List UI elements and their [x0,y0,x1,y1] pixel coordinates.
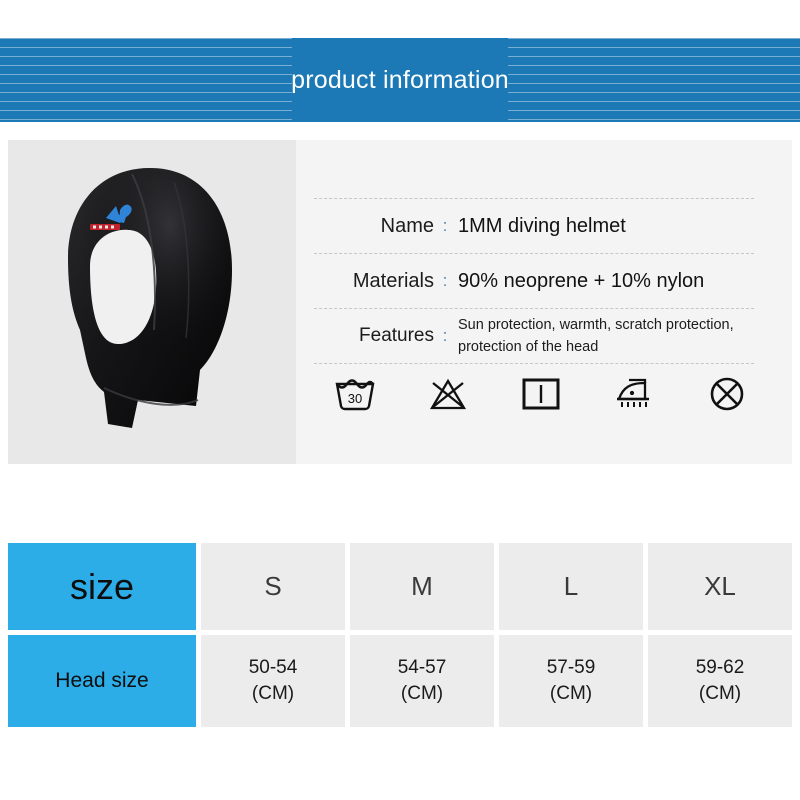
line-dry-icon [512,372,570,416]
product-info-block: Name : 1MM diving helmet Materials : 90%… [8,140,792,464]
spec-row-features: Features : Sun protection, warmth, scrat… [314,308,754,364]
head-unit-s: (CM) [251,683,295,704]
spec-value-materials: 90% neoprene + 10% nylon [458,269,705,292]
product-photo-pane [8,140,296,464]
spec-row-name: Name : 1MM diving helmet [314,198,754,253]
cell-head-size-s: 50-54 (CM) [201,635,345,727]
table-row-head-size: Head size 50-54 (CM) 54-57 (CM) 57-59 (C… [8,635,792,727]
cell-size-l: L [499,543,643,630]
cell-head-size-xl: 59-62 (CM) [648,635,792,727]
wash-30-icon: 30 [326,372,384,416]
spec-label-materials: Materials [352,269,434,292]
head-range-xl: 59-62 [695,657,745,679]
spec-value-name: 1MM diving helmet [458,214,626,237]
head-unit-l: (CM) [549,683,593,704]
page-header-banner: product information [0,38,800,122]
spec-list: Name : 1MM diving helmet Materials : 90%… [314,198,754,364]
spec-colon-materials: : [442,271,448,290]
spec-label-name: Name [380,214,434,237]
cell-head-size-m: 54-57 (CM) [350,635,494,727]
cell-size-s: S [201,543,345,630]
cell-head-size-header: Head size [8,635,196,727]
spec-value-features: Sun protection, warmth, scratch protecti… [458,316,734,355]
spec-colon-features: : [442,326,448,345]
head-unit-xl: (CM) [698,683,742,704]
cell-head-size-l: 57-59 (CM) [499,635,643,727]
care-symbol-row: 30 [326,372,756,416]
head-unit-m: (CM) [400,683,444,704]
head-range-l: 57-59 [546,657,596,679]
cell-size-xl: XL [648,543,792,630]
table-row-sizes: size S M L XL [8,543,792,630]
diving-hood-image [46,162,258,450]
head-range-s: 50-54 [248,657,298,679]
cell-size-header: size [8,543,196,630]
wash-temp-label: 30 [348,391,362,406]
spec-colon-name: : [442,216,448,235]
size-chart-table: size S M L XL Head size 50-54 (CM) 54-57… [8,543,792,727]
cell-size-m: M [350,543,494,630]
do-not-dry-clean-icon [698,372,756,416]
spec-label-features: Features [359,325,434,346]
product-spec-pane: Name : 1MM diving helmet Materials : 90%… [296,140,792,464]
steam-iron-icon [605,372,663,416]
page-title: product information [291,65,509,94]
do-not-bleach-icon [419,372,477,416]
head-range-m: 54-57 [397,657,447,679]
spec-row-materials: Materials : 90% neoprene + 10% nylon [314,253,754,308]
